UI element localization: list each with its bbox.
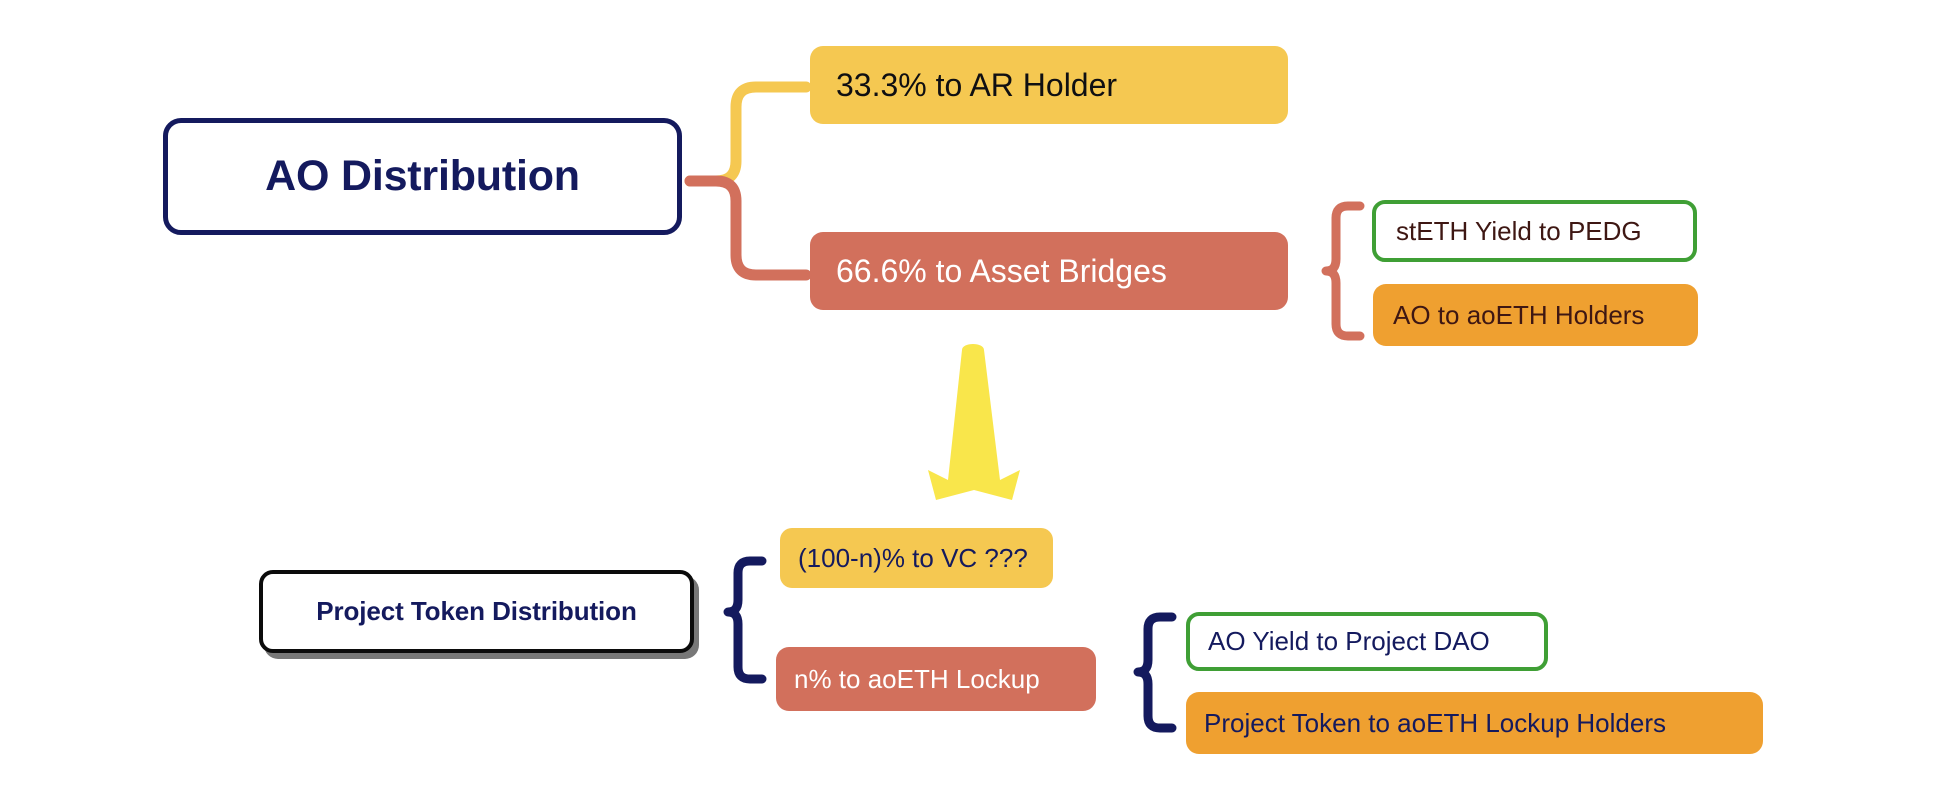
node-ao-to-aoeth-holders[interactable]: AO to aoETH Holders — [1373, 284, 1698, 346]
node-steth-yield-to-pedg[interactable]: stETH Yield to PEDG — [1372, 200, 1697, 262]
node-ao-distribution[interactable]: AO Distribution — [163, 118, 682, 235]
brace-asset-bridges-children — [1321, 201, 1365, 341]
node-steth-yield-to-pedg-label: stETH Yield to PEDG — [1396, 215, 1642, 246]
node-vc-allocation-label: (100-n)% to VC ??? — [798, 542, 1028, 573]
node-ao-distribution-label: AO Distribution — [265, 152, 580, 200]
node-aoeth-lockup-label: n% to aoETH Lockup — [794, 663, 1040, 694]
brace-ao-to-asset-bridges — [684, 175, 812, 281]
node-project-token-to-aoeth-lockup-holders[interactable]: Project Token to aoETH Lockup Holders — [1186, 692, 1763, 754]
brace-project-token-children — [723, 556, 767, 684]
down-arrow-icon — [928, 344, 1020, 500]
node-project-token-to-aoeth-lockup-holders-label: Project Token to aoETH Lockup Holders — [1204, 707, 1666, 738]
node-asset-bridges-label: 66.6% to Asset Bridges — [836, 252, 1167, 289]
node-ar-holder[interactable]: 33.3% to AR Holder — [810, 46, 1288, 124]
node-ao-yield-to-project-dao[interactable]: AO Yield to Project DAO — [1186, 612, 1548, 671]
node-ao-yield-to-project-dao-label: AO Yield to Project DAO — [1208, 626, 1490, 656]
node-project-token-distribution-label: Project Token Distribution — [316, 596, 637, 626]
node-aoeth-lockup[interactable]: n% to aoETH Lockup — [776, 647, 1096, 711]
brace-aoeth-lockup-children — [1133, 612, 1177, 733]
node-vc-allocation[interactable]: (100-n)% to VC ??? — [780, 528, 1053, 588]
brace-ao-to-ar-holder — [684, 81, 812, 187]
diagram-canvas: AO Distribution 33.3% to AR Holder 66.6%… — [0, 0, 1942, 792]
node-ar-holder-label: 33.3% to AR Holder — [836, 66, 1118, 103]
node-asset-bridges[interactable]: 66.6% to Asset Bridges — [810, 232, 1288, 310]
node-project-token-distribution[interactable]: Project Token Distribution — [259, 570, 694, 653]
node-ao-to-aoeth-holders-label: AO to aoETH Holders — [1393, 299, 1645, 330]
